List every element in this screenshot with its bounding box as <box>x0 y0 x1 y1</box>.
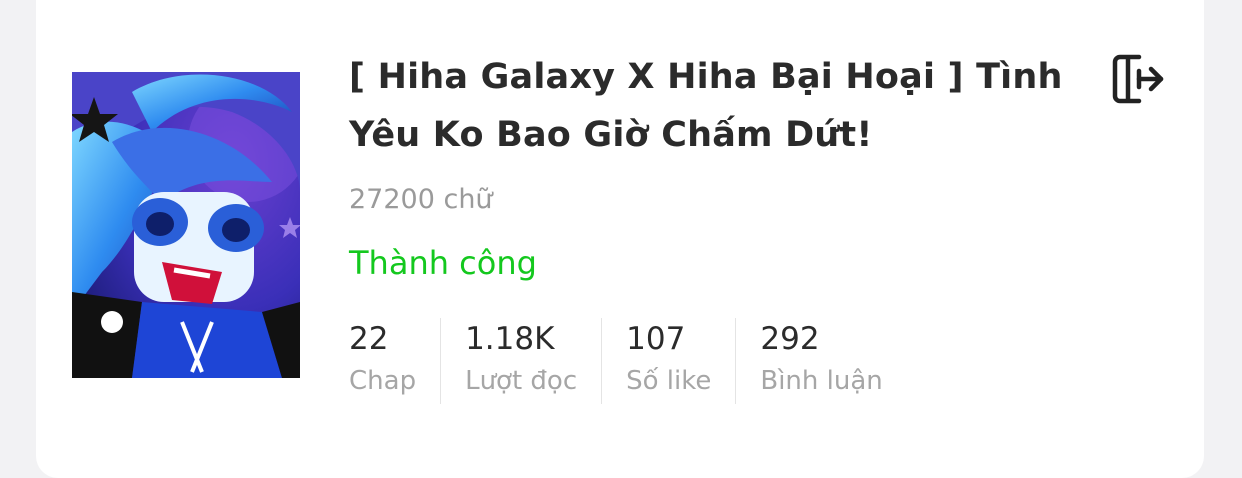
stat-comments: 292 Bình luận <box>735 318 906 404</box>
word-count: 27200 chữ <box>349 184 493 215</box>
stat-likes: 107 Số like <box>601 318 735 404</box>
stat-label: Số like <box>626 366 712 396</box>
stat-chapters: 22 Chap <box>349 318 440 404</box>
novel-card[interactable]: [ Hiha Galaxy X Hiha Bại Hoại ] Tình Yêu… <box>36 0 1204 478</box>
novel-title[interactable]: [ Hiha Galaxy X Hiha Bại Hoại ] Tình Yêu… <box>349 48 1069 164</box>
stat-label: Bình luận <box>760 366 883 396</box>
stat-label: Chap <box>349 366 417 396</box>
stat-value: 107 <box>626 321 686 357</box>
stat-reads: 1.18K Lượt đọc <box>440 318 601 404</box>
stats-row: 22 Chap 1.18K Lượt đọc 107 Số like 292 B… <box>349 318 907 404</box>
stat-label: Lượt đọc <box>465 366 578 396</box>
cover-image[interactable] <box>72 72 300 378</box>
stat-value: 22 <box>349 321 389 357</box>
status-text: Thành công <box>349 244 537 282</box>
exit-icon <box>1112 54 1164 104</box>
stat-value: 1.18K <box>465 321 555 357</box>
stat-value: 292 <box>760 321 820 357</box>
exit-button[interactable] <box>1108 50 1166 108</box>
